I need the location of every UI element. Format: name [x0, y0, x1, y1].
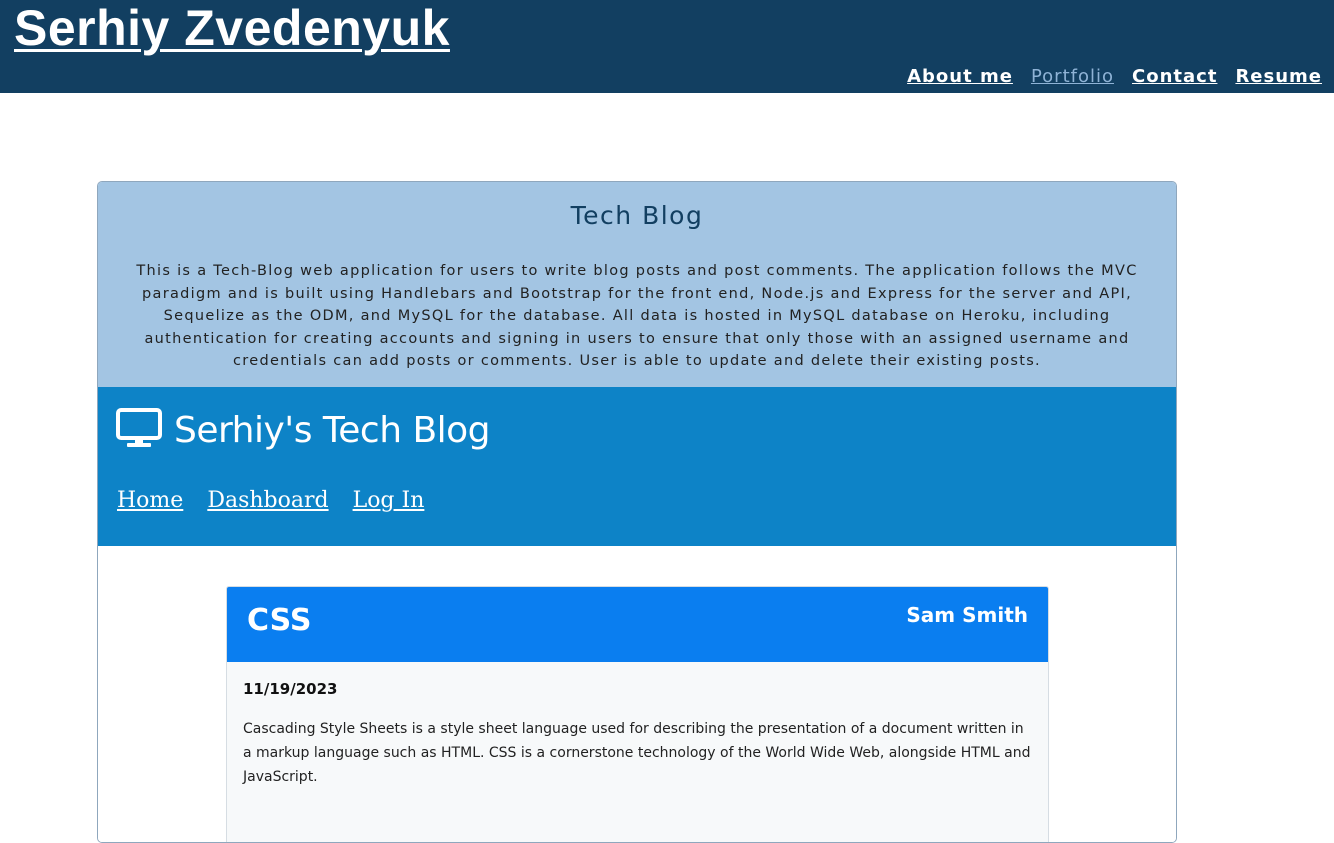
nav-portfolio[interactable]: Portfolio — [1031, 66, 1114, 87]
post-author: Sam Smith — [906, 603, 1028, 627]
post-date: 11/19/2023 — [243, 680, 338, 698]
nav-contact[interactable]: Contact — [1132, 66, 1217, 87]
post-header: CSS Sam Smith — [227, 587, 1048, 662]
screenshot-nav-dashboard: Dashboard — [207, 488, 329, 513]
nav-resume[interactable]: Resume — [1235, 66, 1322, 87]
post-body: Cascading Style Sheets is a style sheet … — [243, 721, 1031, 785]
project-card: Tech Blog This is a Tech-Blog web applic… — [97, 181, 1177, 843]
site-nav: About me Portfolio Contact Resume — [907, 66, 1322, 87]
site-header: Serhiy Zvedenyuk About me Portfolio Cont… — [0, 0, 1334, 93]
screenshot-header: Serhiy's Tech Blog Home Dashboard Log In — [98, 387, 1176, 546]
project-card-header: Tech Blog This is a Tech-Blog web applic… — [98, 182, 1176, 387]
project-title: Tech Blog — [570, 201, 704, 230]
screenshot-nav: Home Dashboard Log In — [117, 488, 424, 513]
screenshot-nav-login: Log In — [352, 488, 425, 513]
monitor-icon — [116, 408, 162, 452]
post-card: CSS Sam Smith 11/19/2023 Cascading Style… — [226, 586, 1049, 842]
project-description: This is a Tech-Blog web application for … — [136, 263, 1138, 369]
screenshot-brand: Serhiy's Tech Blog — [116, 408, 491, 452]
site-title[interactable]: Serhiy Zvedenyuk — [14, 0, 450, 58]
screenshot-brand-title: Serhiy's Tech Blog — [174, 409, 491, 451]
post-title: CSS — [247, 603, 312, 638]
screenshot-nav-home: Home — [117, 488, 184, 513]
screenshot-body: CSS Sam Smith 11/19/2023 Cascading Style… — [98, 546, 1176, 842]
nav-about-me[interactable]: About me — [907, 66, 1013, 87]
project-screenshot[interactable]: Serhiy's Tech Blog Home Dashboard Log In… — [98, 387, 1176, 842]
